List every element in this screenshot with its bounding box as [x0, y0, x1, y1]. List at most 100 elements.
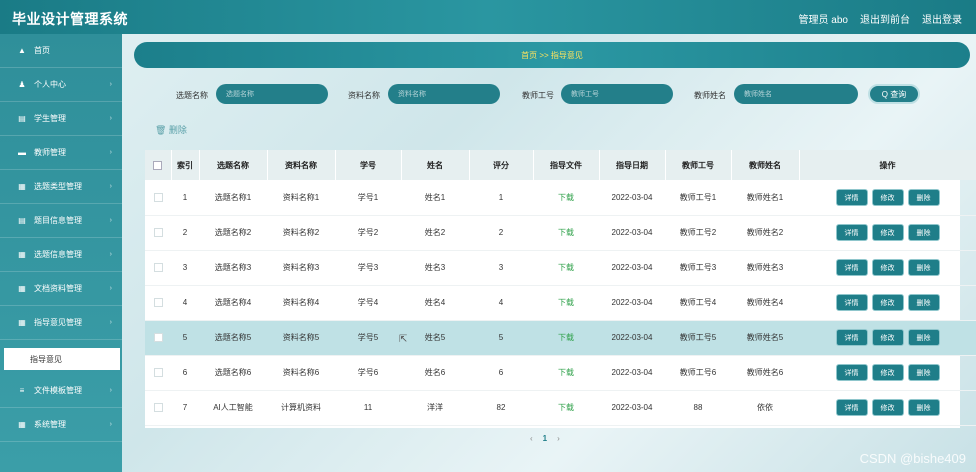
sidebar-item-teachers[interactable]: ▬ 教师管理 › — [0, 136, 122, 170]
download-link[interactable]: 下载 — [558, 368, 574, 377]
delete-button[interactable]: 删除 — [907, 294, 940, 311]
download-link[interactable]: 下载 — [558, 333, 574, 342]
sidebar-item-label: 选题类型管理 — [34, 182, 82, 191]
cell-topic: 选题名称3 — [214, 263, 252, 272]
sidebar-item-home[interactable]: ▲ 首页 — [0, 34, 122, 68]
watermark: CSDN @bishe409 — [859, 451, 966, 466]
col-teacher-name: 教师姓名 — [731, 150, 800, 180]
cell-date: 2022-03-04 — [611, 263, 653, 272]
delete-button[interactable]: 删除 — [907, 259, 940, 276]
delete-button[interactable]: 删除 — [907, 329, 940, 346]
detail-button[interactable]: 详情 — [835, 224, 868, 241]
cell-score: 3 — [498, 263, 504, 272]
detail-button[interactable]: 详情 — [835, 259, 868, 276]
cell-student-no: 学号6 — [357, 368, 379, 377]
col-material: 资料名称 — [267, 150, 336, 180]
sidebar-item-topic-types[interactable]: ▦ 选题类型管理 › — [0, 170, 122, 204]
download-link[interactable]: 下载 — [558, 403, 574, 412]
sidebar-item-label: 首页 — [34, 46, 50, 55]
query-button[interactable]: Q 查询 — [868, 84, 920, 104]
detail-button[interactable]: 详情 — [835, 329, 868, 346]
grid-icon: ▦ — [18, 284, 26, 293]
row-checkbox[interactable] — [153, 403, 163, 413]
delete-button[interactable]: 删除 — [907, 224, 940, 241]
table-row: 1 选题名称1 资料名称1 学号1 姓名1 1 下载 2022-03-04 教师… — [145, 180, 976, 215]
sidebar-item-students[interactable]: ▤ 学生管理 › — [0, 102, 122, 136]
cell-material: 资料名称2 — [282, 228, 320, 237]
edit-button[interactable]: 修改 — [871, 329, 904, 346]
cell-teacher-name: 教师姓名5 — [746, 333, 784, 342]
edit-button[interactable]: 修改 — [871, 259, 904, 276]
material-name-input[interactable] — [388, 84, 500, 104]
next-page-button[interactable]: › — [557, 434, 560, 443]
cell-score: 2 — [498, 228, 504, 237]
col-topic: 选题名称 — [199, 150, 268, 180]
back-to-front-link[interactable]: 退出到前台 — [860, 11, 910, 26]
cell-student-no: 学号3 — [357, 263, 379, 272]
detail-button[interactable]: 详情 — [835, 364, 868, 381]
cell-teacher-no: 教师工号4 — [679, 298, 717, 307]
select-all-checkbox[interactable] — [153, 160, 163, 170]
cell-name: 姓名3 — [424, 263, 446, 272]
row-checkbox[interactable] — [153, 333, 163, 343]
edit-button[interactable]: 修改 — [871, 188, 904, 206]
cell-teacher-no: 88 — [693, 403, 703, 412]
sidebar-subitem-guidance[interactable]: 指导意见 — [4, 348, 120, 370]
row-checkbox[interactable] — [153, 368, 163, 378]
detail-button[interactable]: 详情 — [835, 294, 868, 311]
delete-button[interactable]: 删除 — [907, 188, 940, 206]
download-link[interactable]: 下载 — [558, 228, 574, 237]
row-checkbox[interactable] — [153, 228, 163, 238]
cell-topic: 选题名称5 — [214, 333, 252, 342]
download-link[interactable]: 下载 — [558, 193, 574, 202]
edit-button[interactable]: 修改 — [871, 364, 904, 381]
cell-topic: 选题名称1 — [214, 192, 252, 202]
teacher-no-input[interactable] — [561, 84, 673, 104]
batch-delete-button[interactable]: 🗑 删除 — [155, 123, 187, 136]
cell-actions: 详情 修改 删除 — [799, 250, 976, 285]
teacher-name-label: 教师姓名 — [694, 91, 726, 100]
detail-button[interactable]: 详情 — [835, 399, 868, 416]
cell-index: 5 — [182, 333, 188, 342]
sidebar-item-label: 文件模板管理 — [34, 386, 82, 395]
download-link[interactable]: 下载 — [558, 298, 574, 307]
row-checkbox[interactable] — [153, 298, 163, 308]
row-checkbox[interactable] — [153, 263, 163, 273]
cell-teacher-no: 教师工号3 — [679, 263, 717, 272]
cell-score: 82 — [496, 403, 506, 412]
topic-name-input[interactable] — [216, 84, 328, 104]
edit-button[interactable]: 修改 — [871, 294, 904, 311]
sidebar-item-guidance[interactable]: ▦ 指导意见管理 › — [0, 306, 122, 340]
sidebar-item-templates[interactable]: ≡ 文件模板管理 › — [0, 374, 122, 408]
logout-link[interactable]: 退出登录 — [922, 11, 962, 26]
teacher-name-input[interactable] — [734, 84, 858, 104]
delete-button[interactable]: 删除 — [907, 364, 940, 381]
top-bar: 毕业设计管理系统 管理员 abo 退出到前台 退出登录 — [0, 0, 976, 34]
select-all-cell[interactable] — [145, 150, 172, 180]
cell-actions: 详情 修改 删除 — [799, 320, 976, 355]
detail-button[interactable]: 详情 — [835, 188, 868, 206]
chevron-icon: › — [109, 285, 112, 292]
sidebar-item-system[interactable]: ▦ 系统管理 › — [0, 408, 122, 442]
mouse-cursor-icon: ⇱ — [399, 334, 408, 345]
table-row: 3 选题名称3 资料名称3 学号3 姓名3 3 下载 2022-03-04 教师… — [145, 250, 976, 285]
prev-page-button[interactable]: ‹ — [530, 434, 533, 443]
edit-button[interactable]: 修改 — [871, 224, 904, 241]
sidebar-item-documents[interactable]: ▦ 文档资料管理 › — [0, 272, 122, 306]
delete-button[interactable]: 删除 — [907, 399, 940, 416]
cell-name: 姓名2 — [424, 228, 446, 237]
cell-name: 姓名1 — [424, 192, 446, 202]
chevron-icon: › — [109, 149, 112, 156]
sidebar-item-selection-info[interactable]: ▦ 选题信息管理 › — [0, 238, 122, 272]
cell-actions: 详情 修改 删除 — [799, 390, 976, 425]
current-page[interactable]: 1 — [543, 434, 547, 443]
edit-button[interactable]: 修改 — [871, 399, 904, 416]
cell-name: 姓名5 — [424, 333, 446, 342]
sidebar-item-topic-info[interactable]: ▤ 题目信息管理 › — [0, 204, 122, 238]
cell-date: 2022-03-04 — [611, 228, 653, 237]
sidebar-item-personal-center[interactable]: ♟ 个人中心 › — [0, 68, 122, 102]
download-link[interactable]: 下载 — [558, 263, 574, 272]
cell-material: 资料名称1 — [282, 192, 320, 202]
row-checkbox[interactable] — [153, 192, 163, 202]
col-teacher-no: 教师工号 — [665, 150, 732, 180]
